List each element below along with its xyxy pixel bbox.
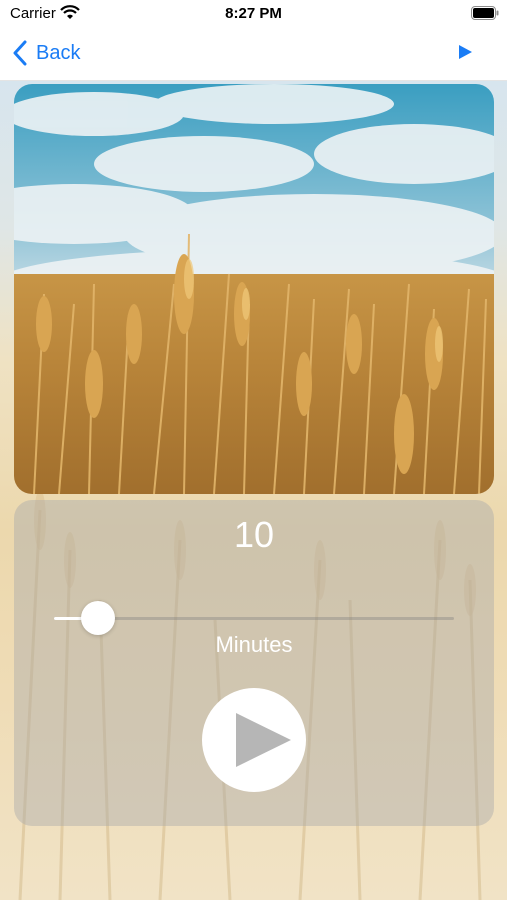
wheat-field-image bbox=[14, 84, 494, 494]
slider-thumb[interactable] bbox=[81, 601, 115, 635]
wheat-field-photo bbox=[14, 84, 494, 494]
back-label: Back bbox=[36, 41, 81, 64]
battery-icon bbox=[471, 6, 499, 20]
unit-label: Minutes bbox=[215, 632, 293, 657]
status-time: 8:27 PM bbox=[225, 5, 282, 22]
status-bar: Carrier 8:27 PM bbox=[0, 0, 507, 28]
chevron-left-icon bbox=[13, 40, 27, 66]
back-button[interactable]: Back bbox=[12, 38, 80, 68]
start-timer-button[interactable] bbox=[202, 688, 306, 792]
play-icon bbox=[236, 713, 291, 767]
timer-screen: Carrier 8:27 PM Back 10 Minutes bbox=[0, 0, 507, 900]
play-icon[interactable] bbox=[457, 44, 473, 60]
duration-value: 10 bbox=[233, 514, 275, 555]
timer-panel: 10 Minutes bbox=[14, 500, 494, 826]
navigation-bar: Back bbox=[0, 28, 507, 81]
duration-slider[interactable] bbox=[54, 601, 454, 635]
